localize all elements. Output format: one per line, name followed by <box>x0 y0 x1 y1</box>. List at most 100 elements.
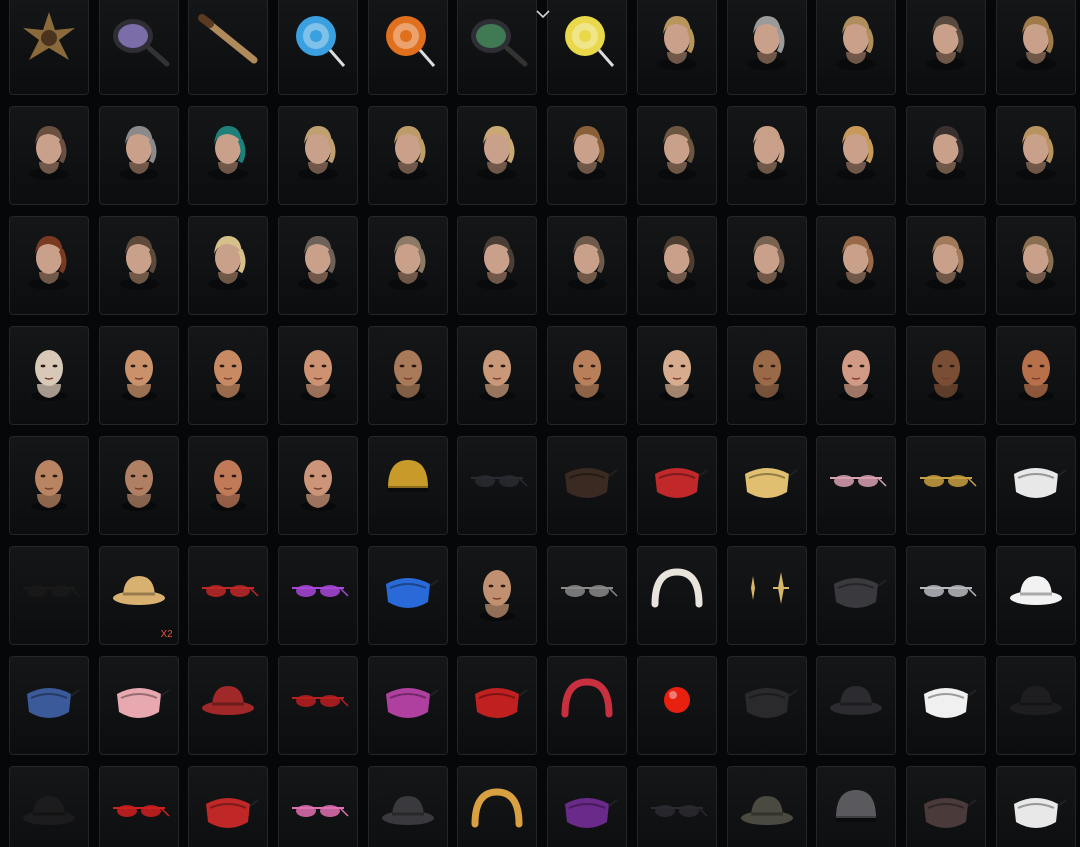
inventory-item-tile[interactable] <box>636 546 717 645</box>
inventory-item-tile[interactable] <box>547 106 628 205</box>
inventory-item-tile[interactable] <box>457 216 538 315</box>
inventory-item-tile[interactable] <box>457 0 538 95</box>
inventory-item-tile[interactable] <box>367 546 448 645</box>
inventory-item-tile[interactable] <box>816 216 897 315</box>
inventory-item-tile[interactable] <box>188 766 269 847</box>
inventory-item-tile[interactable] <box>636 656 717 755</box>
inventory-item-tile[interactable] <box>905 106 986 205</box>
inventory-item-tile[interactable] <box>905 766 986 847</box>
inventory-item-tile[interactable] <box>547 0 628 95</box>
inventory-item-tile[interactable] <box>905 656 986 755</box>
inventory-item-tile[interactable] <box>547 216 628 315</box>
inventory-item-tile[interactable] <box>816 436 897 535</box>
inventory-item-tile[interactable] <box>278 0 359 95</box>
inventory-item-tile[interactable] <box>98 0 179 95</box>
inventory-item-tile[interactable] <box>188 106 269 205</box>
inventory-item-tile[interactable] <box>905 546 986 645</box>
inventory-item-tile[interactable] <box>995 106 1076 205</box>
inventory-item-tile[interactable] <box>367 326 448 425</box>
inventory-item-tile[interactable] <box>636 436 717 535</box>
inventory-item-tile[interactable] <box>816 656 897 755</box>
inventory-item-tile[interactable] <box>547 326 628 425</box>
inventory-item-tile[interactable] <box>726 656 807 755</box>
inventory-item-tile[interactable] <box>905 436 986 535</box>
inventory-item-tile[interactable] <box>457 546 538 645</box>
inventory-item-tile[interactable] <box>636 766 717 847</box>
inventory-item-tile[interactable] <box>188 216 269 315</box>
inventory-item-tile[interactable] <box>9 546 89 645</box>
inventory-item-tile[interactable] <box>905 0 986 95</box>
inventory-item-tile[interactable] <box>816 106 897 205</box>
swept-hair-icon <box>728 217 806 302</box>
inventory-item-tile[interactable] <box>278 436 359 535</box>
inventory-item-tile[interactable] <box>726 0 807 95</box>
inventory-item-tile[interactable] <box>188 0 269 95</box>
inventory-item-tile[interactable] <box>726 326 807 425</box>
inventory-item-tile[interactable] <box>816 546 897 645</box>
inventory-item-tile[interactable] <box>367 0 448 95</box>
inventory-item-tile[interactable] <box>726 436 807 535</box>
inventory-item-tile[interactable] <box>188 656 269 755</box>
inventory-item-tile[interactable] <box>995 656 1076 755</box>
inventory-item-tile[interactable] <box>547 436 628 535</box>
inventory-item-tile[interactable] <box>9 656 89 755</box>
inventory-item-tile[interactable] <box>995 216 1076 315</box>
inventory-item-tile[interactable] <box>188 546 269 645</box>
inventory-item-tile[interactable] <box>367 656 448 755</box>
inventory-item-tile[interactable] <box>367 216 448 315</box>
inventory-item-tile[interactable] <box>547 656 628 755</box>
inventory-item-tile[interactable] <box>726 216 807 315</box>
inventory-item-tile[interactable] <box>278 106 359 205</box>
inventory-item-tile[interactable] <box>995 546 1076 645</box>
inventory-item-tile[interactable] <box>98 106 179 205</box>
inventory-item-tile[interactable] <box>98 326 179 425</box>
inventory-item-tile[interactable] <box>278 656 359 755</box>
inventory-item-tile[interactable] <box>9 766 89 847</box>
inventory-item-tile[interactable] <box>98 656 179 755</box>
inventory-item-tile[interactable] <box>457 326 538 425</box>
inventory-item-tile[interactable] <box>367 106 448 205</box>
inventory-item-tile[interactable] <box>188 436 269 535</box>
inventory-item-tile[interactable] <box>98 216 179 315</box>
black-hat-icon <box>10 767 88 847</box>
inventory-item-tile[interactable] <box>278 326 359 425</box>
inventory-item-tile[interactable] <box>278 766 359 847</box>
inventory-item-tile[interactable] <box>457 436 538 535</box>
inventory-item-tile[interactable] <box>995 326 1076 425</box>
inventory-item-tile[interactable] <box>457 656 538 755</box>
inventory-item-tile[interactable]: X2 <box>98 546 179 645</box>
inventory-item-tile[interactable] <box>457 106 538 205</box>
inventory-item-tile[interactable] <box>547 766 628 847</box>
inventory-item-tile[interactable] <box>98 766 179 847</box>
inventory-item-tile[interactable] <box>905 216 986 315</box>
inventory-item-tile[interactable] <box>995 766 1076 847</box>
chevron-down-icon[interactable] <box>536 9 550 19</box>
inventory-item-tile[interactable] <box>816 0 897 95</box>
inventory-item-tile[interactable] <box>816 326 897 425</box>
inventory-item-tile[interactable] <box>547 546 628 645</box>
inventory-item-tile[interactable] <box>9 326 89 425</box>
inventory-item-tile[interactable] <box>816 766 897 847</box>
inventory-item-tile[interactable] <box>188 326 269 425</box>
inventory-item-tile[interactable] <box>278 546 359 645</box>
inventory-item-tile[interactable] <box>636 216 717 315</box>
inventory-item-tile[interactable] <box>636 326 717 425</box>
inventory-item-tile[interactable] <box>367 766 448 847</box>
inventory-item-tile[interactable] <box>636 106 717 205</box>
inventory-item-tile[interactable] <box>9 436 89 535</box>
inventory-item-tile[interactable] <box>9 0 89 95</box>
inventory-item-tile[interactable] <box>905 326 986 425</box>
inventory-item-tile[interactable] <box>9 106 89 205</box>
inventory-item-tile[interactable] <box>278 216 359 315</box>
inventory-item-tile[interactable] <box>995 0 1076 95</box>
inventory-item-tile[interactable] <box>726 766 807 847</box>
inventory-item-tile[interactable] <box>995 436 1076 535</box>
inventory-item-tile[interactable] <box>98 436 179 535</box>
inventory-item-tile[interactable] <box>726 106 807 205</box>
inventory-item-tile[interactable] <box>457 766 538 847</box>
inventory-item-tile[interactable] <box>636 0 717 95</box>
inventory-item-tile[interactable] <box>9 216 89 315</box>
blonde-braid-hair-icon <box>997 107 1075 192</box>
inventory-item-tile[interactable] <box>726 546 807 645</box>
inventory-item-tile[interactable] <box>367 436 448 535</box>
